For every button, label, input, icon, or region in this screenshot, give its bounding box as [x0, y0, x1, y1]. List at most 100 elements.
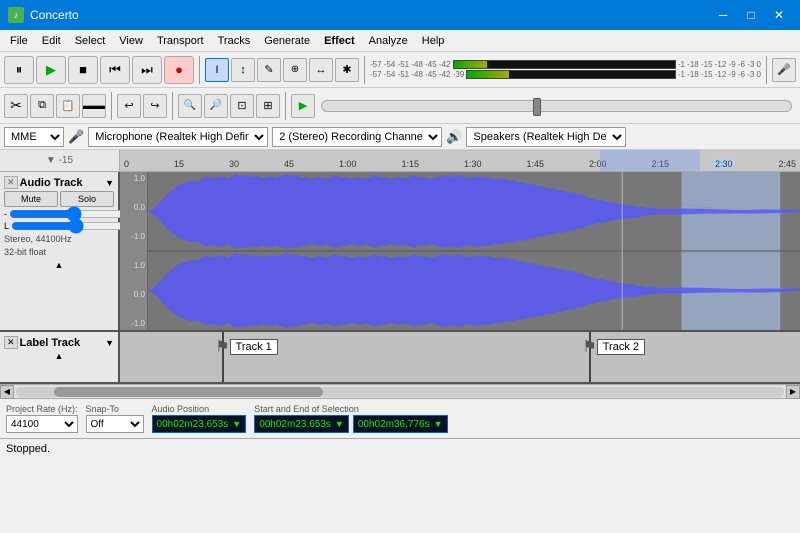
menu-edit[interactable]: Edit — [36, 33, 67, 49]
zoom-selection-button[interactable]: ⊞ — [256, 94, 280, 118]
minimize-button[interactable]: ─ — [710, 5, 736, 25]
envelope-tool-button[interactable]: ↕ — [231, 58, 255, 82]
silence-button[interactable]: ▬▬ — [82, 94, 106, 118]
label-1-text[interactable]: Track 1 — [230, 339, 278, 355]
menu-generate[interactable]: Generate — [258, 33, 316, 49]
horizontal-scrollbar[interactable]: ◀ ▶ — [0, 384, 800, 398]
host-select[interactable]: MME — [4, 127, 64, 147]
app-title: Concerto — [30, 8, 79, 22]
input-meter[interactable] — [453, 60, 676, 69]
menu-effect[interactable]: Effect — [318, 33, 361, 49]
shift-tool-button[interactable]: ↔ — [309, 58, 333, 82]
label-track-collapse-button[interactable]: ▲ — [55, 351, 64, 361]
channels-select[interactable]: 2 (Stereo) Recording Channels — [272, 127, 442, 147]
input-device-select[interactable]: Microphone (Realtek High Defini — [88, 127, 268, 147]
meter-row-1: -57 -54 -51 -48 -45 -42 -1 -18 -15 -12 -… — [370, 60, 761, 69]
select-tool-button[interactable]: I — [205, 58, 229, 82]
scroll-right-button[interactable]: ▶ — [786, 385, 800, 399]
waveform-svg — [148, 172, 800, 330]
maximize-button[interactable]: □ — [738, 5, 764, 25]
tracks-area: ✕ Audio Track ▼ Mute Solo - + L R Stereo… — [0, 172, 800, 384]
label-track-close-button[interactable]: ✕ — [4, 336, 18, 349]
menu-file[interactable]: File — [4, 33, 34, 49]
cut-button[interactable]: ✂ — [4, 94, 28, 118]
snap-to-select[interactable]: Off Nearest Prior Next — [86, 415, 144, 433]
menu-view[interactable]: View — [113, 33, 149, 49]
label-track-name: Label Track — [20, 337, 104, 349]
bottom-bar: Project Rate (Hz): 44100 22050 48000 960… — [0, 398, 800, 438]
device-row: MME 🎤 Microphone (Realtek High Defini 2 … — [0, 124, 800, 150]
mute-button[interactable]: Mute — [4, 191, 58, 207]
separator-1 — [199, 56, 200, 84]
multi-tool-button[interactable]: ✱ — [335, 58, 359, 82]
paste-button[interactable]: 📋 — [56, 94, 80, 118]
label-track-dropdown-button[interactable]: ▼ — [105, 338, 114, 348]
audio-track: ✕ Audio Track ▼ Mute Solo - + L R Stereo… — [0, 172, 800, 332]
audio-position-label: Audio Position — [152, 404, 247, 414]
mic-icon: 🎤 — [68, 129, 84, 145]
play-speed-button[interactable]: ▶ — [291, 94, 315, 118]
play-button[interactable]: ▶ — [36, 56, 66, 84]
menu-tracks[interactable]: Tracks — [212, 33, 257, 49]
sel-end-dropdown[interactable]: ▼ — [434, 419, 443, 429]
record-button[interactable]: ● — [164, 56, 194, 84]
audio-track-waveform-area[interactable]: 1.0 0.0 -1.0 1.0 0.0 -1.0 — [120, 172, 800, 330]
skip-back-button[interactable]: ⏮ — [100, 56, 130, 84]
scrollbar-track[interactable] — [16, 387, 784, 397]
menu-help[interactable]: Help — [416, 33, 451, 49]
audio-position-display[interactable]: 00h02m23,653s ▼ — [152, 415, 247, 433]
label-2-text[interactable]: Track 2 — [597, 339, 645, 355]
audio-track-name-row: ✕ Audio Track ▼ — [4, 176, 114, 189]
selection-label: Start and End of Selection — [254, 404, 794, 414]
y-axis: 1.0 0.0 -1.0 1.0 0.0 -1.0 — [120, 172, 148, 330]
separator-4 — [111, 92, 112, 120]
timeline-bar[interactable]: ▼ -15 0 15 30 45 1:00 1:15 1:30 1:45 2:0… — [0, 150, 800, 172]
pause-button[interactable]: ⏸ — [4, 56, 34, 84]
audio-track-close-button[interactable]: ✕ — [4, 176, 18, 189]
output-device-select[interactable]: Speakers (Realtek High Definiti — [466, 127, 626, 147]
label-track-area[interactable]: ⚑ Track 1 ⚑ Track 2 — [120, 332, 800, 382]
redo-button[interactable]: ↪ — [143, 94, 167, 118]
scroll-left-button[interactable]: ◀ — [0, 385, 14, 399]
speed-slider-thumb[interactable] — [533, 98, 541, 116]
zoom-in-button[interactable]: 🔍 — [178, 94, 202, 118]
selection-end-display[interactable]: 00h02m36,776s ▼ — [353, 415, 448, 433]
selection-start-display[interactable]: 00h02m23,653s ▼ — [254, 415, 349, 433]
menu-transport[interactable]: Transport — [151, 33, 210, 49]
audio-pos-dropdown[interactable]: ▼ — [232, 419, 241, 429]
fit-project-button[interactable]: ⊡ — [230, 94, 254, 118]
label-1-flag: ⚑ — [215, 337, 229, 357]
menu-select[interactable]: Select — [69, 33, 112, 49]
stop-button[interactable]: ■ — [68, 56, 98, 84]
pan-row: L R — [4, 221, 114, 231]
zoom-out-button[interactable]: 🔎 — [204, 94, 228, 118]
menu-analyze[interactable]: Analyze — [363, 33, 414, 49]
output-meter[interactable] — [466, 70, 676, 79]
label-track-collapse: ▲ — [4, 351, 114, 361]
skip-forward-button[interactable]: ⏭ — [132, 56, 162, 84]
solo-button[interactable]: Solo — [60, 191, 114, 207]
zoom-tool-button[interactable]: ⊕ — [283, 58, 307, 82]
separator-5 — [172, 92, 173, 120]
ruler-labels: 0 15 30 45 1:00 1:15 1:30 1:45 2:00 2:15… — [120, 150, 800, 169]
copy-button[interactable]: ⧉ — [30, 94, 54, 118]
audio-track-dropdown-button[interactable]: ▼ — [105, 178, 114, 188]
project-rate-select[interactable]: 44100 22050 48000 96000 — [6, 415, 78, 433]
project-rate-label: Project Rate (Hz): — [6, 404, 78, 414]
close-button[interactable]: ✕ — [766, 5, 792, 25]
mic-icon[interactable]: 🎤 — [772, 58, 796, 82]
audio-track-collapse-button[interactable]: ▲ — [55, 260, 64, 270]
undo-button[interactable]: ↩ — [117, 94, 141, 118]
label-1[interactable]: ⚑ Track 1 — [215, 337, 278, 357]
speed-slider[interactable] — [321, 100, 792, 112]
label-track: ✕ Label Track ▼ ▲ ⚑ Track 1 ⚑ — [0, 332, 800, 384]
meter-row-2: -57 -54 -51 -48 -45 -42 -39 -1 -18 -15 -… — [370, 70, 761, 79]
title-bar-controls: ─ □ ✕ — [710, 5, 792, 25]
timeline-ruler[interactable]: 0 15 30 45 1:00 1:15 1:30 1:45 2:00 2:15… — [120, 150, 800, 171]
draw-tool-button[interactable]: ✎ — [257, 58, 281, 82]
sel-start-dropdown[interactable]: ▼ — [335, 419, 344, 429]
label-2[interactable]: ⚑ Track 2 — [582, 337, 645, 357]
selection-times: 00h02m23,653s ▼ 00h02m36,776s ▼ — [254, 415, 794, 433]
separator-6 — [285, 92, 286, 120]
scrollbar-thumb[interactable] — [54, 387, 323, 397]
